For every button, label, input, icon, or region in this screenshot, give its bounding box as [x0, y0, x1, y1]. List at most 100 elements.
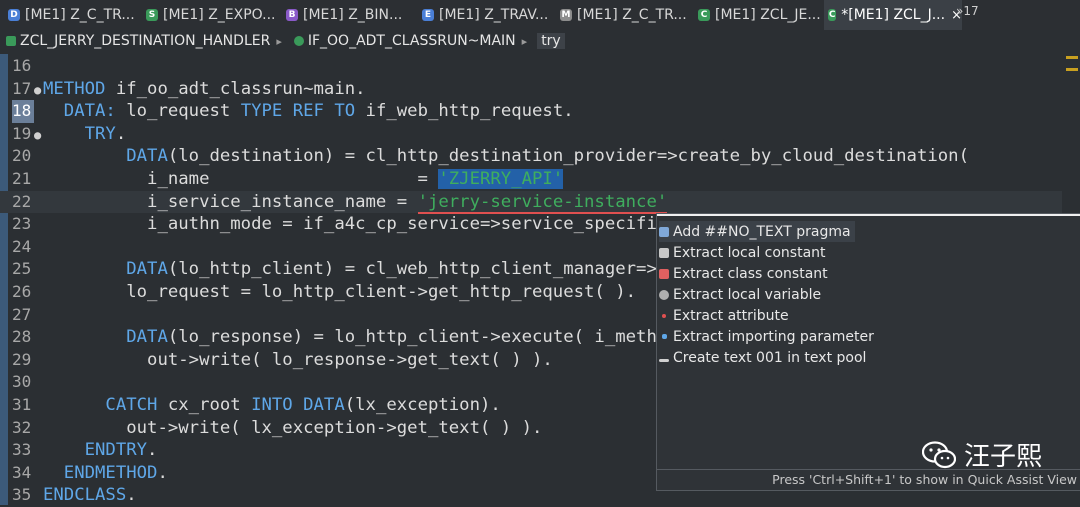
code-token: lo_request: [115, 101, 241, 122]
behavior-definition-icon: E: [422, 9, 434, 21]
line-number: 26: [12, 282, 32, 301]
breadcrumb-method-label: IF_OO_ADT_CLASSRUN~MAIN: [307, 33, 516, 49]
code-token: out->write( lx_exception->get_text( ) ).: [43, 417, 543, 438]
keyword-token: ENDMETHOD: [43, 462, 158, 483]
keyword-token: TRY: [43, 123, 116, 144]
string-literal: 'jerry-service-instance': [417, 191, 668, 214]
code-token: lo_request = lo_http_client->get_http_re…: [43, 282, 637, 302]
local-constant-icon: [659, 247, 669, 258]
code-text: ENDTRY.: [43, 439, 158, 462]
local-variable-icon: [659, 289, 669, 300]
editor-tab[interactable]: B [ME1] Z_BIN...: [282, 0, 418, 30]
quick-assist-item[interactable]: Extract class constant: [659, 263, 828, 284]
wechat-logo-icon: [922, 440, 956, 468]
code-token: (lo_http_client) = cl_web_http_client_ma…: [167, 259, 657, 280]
code-text: DATA(lo_response) = lo_http_client->exec…: [43, 326, 657, 349]
line-number: 27: [12, 304, 32, 324]
code-line[interactable]: 20 DATA(lo_destination) = cl_http_destin…: [0, 145, 1062, 168]
quick-assist-item[interactable]: Extract attribute: [659, 305, 789, 326]
code-text: METHOD if_oo_adt_classrun~main.: [43, 78, 366, 101]
class-icon: [6, 36, 16, 46]
editor-tab[interactable]: M [ME1] Z_C_TR...: [556, 0, 694, 30]
code-line[interactable]: 16: [0, 55, 1062, 78]
code-token: .: [147, 440, 158, 461]
code-text: DATA(lo_destination) = cl_http_destinati…: [43, 145, 969, 168]
keyword-token: DATA: [43, 259, 168, 280]
breadcrumb: ZCL_JERRY_DESTINATION_HANDLER ▸ IF_OO_AD…: [0, 30, 1080, 52]
keyword-token: CATCH: [43, 395, 158, 415]
tab-overflow-button[interactable]: »17: [956, 4, 979, 18]
line-number: 30: [12, 372, 32, 392]
class-icon: C: [698, 9, 710, 21]
code-text: ENDCLASS.: [43, 484, 137, 507]
quick-assist-item-label: Extract local variable: [673, 286, 822, 303]
code-token: (lo_destination) = cl_http_destination_p…: [167, 146, 969, 167]
class-constant-icon: [659, 268, 669, 279]
editor-tab-label: [ME1] Z_EXPO...: [163, 7, 276, 23]
line-number: 16: [12, 56, 32, 75]
quick-assist-item[interactable]: Extract importing parameter: [659, 326, 874, 347]
code-text: DATA: lo_request TYPE REF TO if_web_http…: [43, 100, 574, 123]
code-text: i_name = 'ZJERRY_API': [43, 168, 564, 191]
code-line[interactable]: 18 DATA: lo_request TYPE REF TO if_web_h…: [0, 100, 1062, 123]
keyword-token: DATA: [43, 146, 168, 167]
class-icon: C: [828, 9, 837, 21]
quick-assist-item-label: Extract local constant: [673, 244, 826, 261]
line-number: 23: [12, 214, 32, 234]
watermark-text: 汪子熙: [964, 442, 1043, 472]
text-pool-icon: [659, 359, 669, 362]
keyword-token: ENDTRY: [43, 440, 148, 461]
fold-marker-icon[interactable]: ●: [34, 124, 41, 147]
line-number: 25: [12, 259, 32, 279]
editor-tab[interactable]: C *[ME1] ZCL_J... ×: [824, 0, 962, 30]
line-number: 22: [12, 191, 32, 211]
quick-assist-item[interactable]: Add ##NO_TEXT pragma: [659, 221, 855, 242]
service-definition-icon: S: [146, 9, 158, 21]
editor-tab-label: *[ME1] ZCL_J...: [841, 7, 946, 23]
editor-tab[interactable]: D [ME1] Z_C_TR...: [4, 0, 142, 30]
keyword-token: TYPE REF TO: [240, 101, 356, 122]
breadcrumb-method[interactable]: IF_OO_ADT_CLASSRUN~MAIN ▸: [293, 33, 533, 49]
string-literal: 'ZJERRY_API': [438, 169, 564, 189]
quick-assist-item[interactable]: Extract local variable: [659, 284, 821, 305]
code-token: .: [126, 485, 137, 506]
breadcrumb-try[interactable]: try: [537, 33, 565, 49]
code-text: out->write( lx_exception->get_text( ) ).: [43, 417, 542, 440]
code-text: DATA(lo_http_client) = cl_web_http_clien…: [43, 258, 657, 281]
code-line[interactable]: 17 ● METHOD if_oo_adt_classrun~main.: [0, 78, 1062, 101]
fold-marker-icon[interactable]: ●: [34, 79, 41, 102]
code-token: i_service_instance_name =: [43, 191, 418, 212]
editor-tab[interactable]: C [ME1] ZCL_JE...: [694, 0, 824, 30]
line-number: 35: [12, 485, 32, 505]
code-text: lo_request = lo_http_client->get_http_re…: [43, 281, 636, 304]
pragma-icon: [659, 226, 669, 237]
editor-tab-label: [ME1] Z_C_TR...: [577, 7, 687, 23]
overview-marker[interactable]: [1066, 68, 1078, 71]
code-line[interactable]: 19 ● TRY.: [0, 123, 1062, 146]
watermark: 汪子熙: [922, 436, 1042, 473]
popup-border: [657, 214, 1080, 216]
line-number: 33: [12, 440, 32, 460]
breadcrumb-class[interactable]: ZCL_JERRY_DESTINATION_HANDLER ▸: [6, 33, 288, 49]
editor-tab-label: [ME1] ZCL_JE...: [715, 7, 821, 23]
line-number: 21: [12, 169, 32, 188]
line-number: 24: [12, 236, 32, 256]
code-text: TRY.: [43, 123, 127, 146]
keyword-token: METHOD: [43, 78, 106, 99]
editor-tab-bar: D [ME1] Z_C_TR... S [ME1] Z_EXPO... B [ME1] Z…: [0, 0, 1080, 31]
quick-assist-item[interactable]: Extract local constant: [659, 242, 826, 263]
code-token: i_authn_mode = if_a4c_cp_service=>servic…: [43, 214, 668, 235]
editor-tab[interactable]: S [ME1] Z_EXPO...: [142, 0, 282, 30]
line-number: 31: [12, 395, 32, 414]
code-token: (lx_exception).: [344, 395, 501, 415]
quick-assist-item-label: Add ##NO_TEXT pragma: [673, 223, 851, 240]
parameter-icon: [662, 334, 667, 339]
editor-tab[interactable]: E [ME1] Z_TRAV...: [418, 0, 556, 30]
code-line[interactable]: 21 i_name = 'ZJERRY_API': [0, 168, 1062, 191]
overview-marker[interactable]: [1066, 56, 1078, 59]
service-binding-icon: B: [286, 9, 298, 21]
code-text: out->write( lo_response->get_text( ) ).: [43, 349, 553, 372]
quick-assist-item[interactable]: Create text 001 in text pool: [659, 347, 866, 368]
line-number: 20: [12, 146, 32, 166]
code-line[interactable]: 22 i_service_instance_name = 'jerry-serv…: [0, 190, 1062, 214]
